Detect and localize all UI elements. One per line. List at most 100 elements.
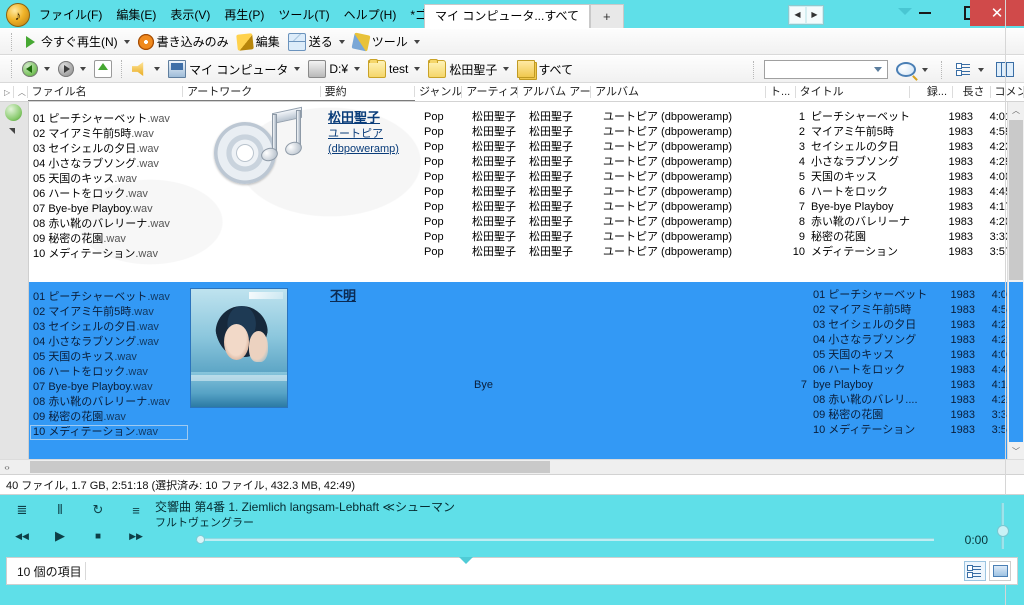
list-item[interactable]: 01 ピーチシャーベット.wav — [30, 112, 188, 127]
chevron-down-icon[interactable] — [294, 67, 301, 71]
menu-item-edit[interactable]: 編集(E) — [109, 5, 163, 25]
view-list-button[interactable] — [952, 59, 988, 80]
scrollbar-thumb[interactable] — [1009, 120, 1023, 280]
column-header-year[interactable]: 録... — [910, 83, 954, 101]
list-item[interactable]: 05 天国のキッス.wav — [30, 350, 188, 365]
seek-knob[interactable] — [196, 535, 205, 544]
scroll-down-icon[interactable]: ﹀ — [1008, 443, 1024, 459]
column-header-length[interactable]: 長さ — [953, 83, 991, 101]
list-item[interactable]: 09 秘密の花園.wav — [30, 410, 188, 425]
column-header-filename[interactable]: ファイル名 — [27, 83, 183, 101]
view-details-button[interactable] — [964, 561, 986, 581]
tab-my-computer-all[interactable]: マイ コンピュータ...すべて — [424, 4, 591, 28]
scrollbar-thumb[interactable] — [30, 461, 550, 473]
menu-item-view[interactable]: 表示(V) — [163, 5, 217, 25]
list-item-focused[interactable]: 10 メディテーション.wav — [30, 425, 188, 440]
summary-tool-link[interactable]: (dbpoweramp) — [328, 142, 424, 157]
horizontal-scrollbar[interactable]: ‹› — [0, 459, 1024, 474]
chevron-down-icon[interactable] — [80, 67, 86, 71]
summary-title-link[interactable]: 不明 — [330, 288, 426, 303]
group-row-top[interactable]: 01 ピーチシャーベット.wav 02 マイアミ午前5時.wav 03 セイシェ… — [0, 102, 1024, 262]
menu-item-file[interactable]: ファイル(F) — [32, 5, 109, 25]
column-header-genre[interactable]: ジャンル — [415, 83, 463, 101]
chevron-down-icon[interactable] — [414, 67, 421, 71]
chevron-down-icon[interactable] — [922, 67, 928, 72]
summary-album-link[interactable]: ユートピア — [328, 127, 424, 142]
scroll-left-icon[interactable]: ‹› — [0, 460, 14, 474]
collapse-player-icon[interactable] — [459, 557, 473, 564]
file-group-pane-top[interactable]: 01 ピーチシャーベット.wav 02 マイアミ午前5時.wav 03 セイシェ… — [0, 102, 1024, 282]
list-item[interactable]: 02 マイアミ午前5時.wav — [30, 127, 188, 142]
search-button[interactable] — [892, 59, 932, 80]
column-header-sort[interactable]: ︿ — [14, 83, 28, 101]
summary-title-link[interactable]: 松田聖子 — [328, 110, 424, 125]
list-item[interactable]: 08 赤い靴のバレリーナ.wav — [30, 217, 188, 232]
chevron-down-icon[interactable] — [44, 67, 50, 71]
list-item[interactable]: 04 小さなラブソング.wav — [30, 157, 188, 172]
volume-knob[interactable] — [997, 525, 1009, 537]
play-icon[interactable]: ▶ — [50, 527, 70, 545]
back-button[interactable] — [18, 59, 54, 80]
vertical-scrollbar-top[interactable]: ︿ — [1007, 102, 1024, 282]
menu-item-help[interactable]: ヘルプ(H) — [337, 5, 404, 25]
list-item[interactable]: 09 秘密の花園.wav — [30, 232, 188, 247]
play-now-button[interactable]: 今すぐ再生(N) — [18, 31, 134, 52]
playlist-icon[interactable]: ≣ — [12, 501, 32, 519]
column-header-summary[interactable]: 要約 — [320, 83, 415, 101]
chevron-down-icon[interactable] — [338, 39, 345, 44]
up-folder-button[interactable] — [90, 59, 116, 80]
list-item[interactable]: 06 ハートをロック.wav — [30, 365, 188, 380]
group-row-selected[interactable]: 01 ピーチシャーベット.wav 02 マイアミ午前5時.wav 03 セイシェ… — [0, 282, 1024, 440]
list-item[interactable]: 05 天国のキッス.wav — [30, 172, 188, 187]
forward-button[interactable] — [54, 59, 90, 80]
tab-scroll-right-icon[interactable]: ▶ — [806, 6, 823, 24]
equalizer-icon[interactable]: ⦀ — [50, 501, 70, 519]
tools-button[interactable]: ツール — [349, 31, 424, 52]
column-header-artwork[interactable]: アートワーク — [182, 83, 321, 101]
scroll-up-icon[interactable]: ︿ — [1008, 102, 1024, 118]
burn-only-button[interactable]: 書き込みのみ — [134, 31, 233, 52]
breadcrumb-matsuda-seiko[interactable]: 松田聖子 — [424, 59, 513, 80]
artwork-cell[interactable] — [188, 288, 330, 408]
previous-icon[interactable]: ◀◀ — [12, 527, 32, 545]
list-item[interactable]: 07 Bye-bye Playboy.wav — [30, 380, 188, 395]
repeat-icon[interactable]: ↻ — [88, 501, 108, 519]
chevron-down-icon[interactable] — [354, 67, 361, 71]
file-group-pane-selected[interactable]: 01 ピーチシャーベット.wav 02 マイアミ午前5時.wav 03 セイシェ… — [0, 282, 1024, 459]
list-item[interactable]: 08 赤い靴のバレリーナ.wav — [30, 395, 188, 410]
view-thumbnail-button[interactable] — [989, 561, 1011, 581]
artwork-cell[interactable] — [188, 106, 328, 188]
column-header-title[interactable]: タイトル — [796, 83, 910, 101]
send-to-button[interactable]: 送る — [284, 31, 349, 52]
chevron-down-icon[interactable] — [503, 67, 510, 71]
minimize-button[interactable] — [902, 0, 948, 26]
list-item[interactable]: 10 メディテーション.wav — [30, 247, 188, 262]
list-item[interactable]: 03 セイシェルの夕日.wav — [30, 142, 188, 157]
breadcrumb-test[interactable]: test — [364, 59, 424, 80]
column-header-album-artist[interactable]: アルバム アーテ... — [518, 83, 591, 101]
chevron-down-icon[interactable] — [978, 67, 984, 72]
chevron-down-icon[interactable] — [123, 39, 130, 44]
list-item[interactable]: 04 小さなラブソング.wav — [30, 335, 188, 350]
breadcrumb-all[interactable]: すべて — [513, 59, 577, 80]
search-input[interactable] — [764, 60, 888, 79]
list-item[interactable]: 06 ハートをロック.wav — [30, 187, 188, 202]
list-item[interactable]: 03 セイシェルの夕日.wav — [30, 320, 188, 335]
volume-slider[interactable] — [996, 503, 1009, 549]
column-header-track[interactable]: ト... — [766, 83, 796, 101]
speaker-button[interactable] — [128, 59, 164, 80]
breadcrumb-drive-d[interactable]: D:¥ — [304, 59, 364, 80]
tab-scroll-left-icon[interactable]: ◀ — [789, 6, 806, 24]
list-item[interactable]: 07 Bye-bye Playboy.wav — [30, 202, 188, 217]
breadcrumb-my-computer[interactable]: マイ コンピュータ — [164, 59, 304, 80]
close-button[interactable]: ✕ — [970, 0, 1024, 26]
column-header-expand[interactable]: ▷ — [0, 83, 14, 101]
vertical-scrollbar-bottom[interactable]: ﹀ — [1007, 282, 1024, 459]
chevron-down-icon[interactable] — [154, 67, 160, 71]
stop-icon[interactable]: ■ — [88, 527, 108, 545]
column-header-artist[interactable]: アーティスト — [462, 83, 519, 101]
list-item[interactable]: 02 マイアミ午前5時.wav — [30, 305, 188, 320]
next-icon[interactable]: ▶▶ — [126, 527, 146, 545]
column-header-comment[interactable]: コメン — [991, 83, 1024, 101]
list-item[interactable]: 01 ピーチシャーベット.wav — [30, 290, 188, 305]
